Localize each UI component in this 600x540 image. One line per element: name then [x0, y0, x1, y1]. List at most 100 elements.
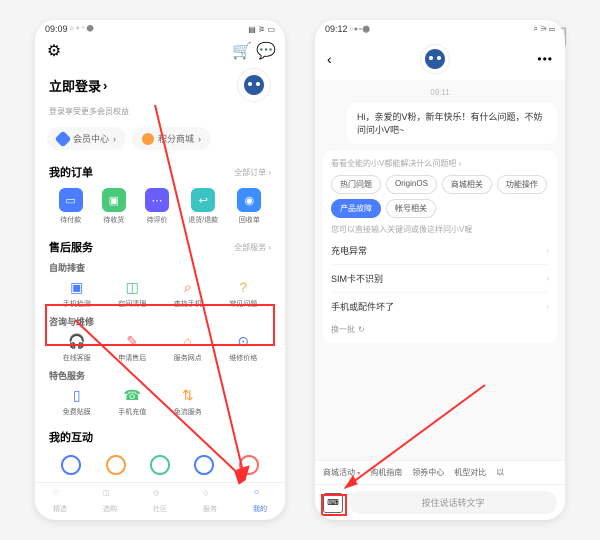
pill-member-center[interactable]: 会员中心 ›: [47, 127, 126, 150]
chat-timestamp: 09:11: [323, 88, 557, 97]
service-item[interactable]: 🎧 在线客服: [49, 332, 105, 363]
service-item[interactable]: ▯ 免费贴膜: [49, 386, 105, 417]
section-interact: 我的互动: [35, 423, 285, 481]
service-label: 免费贴膜: [63, 407, 91, 417]
robot-icon: [244, 75, 264, 95]
order-item[interactable]: ▭ 待付款: [59, 188, 83, 225]
topic-chip[interactable]: 产品故障: [331, 199, 381, 218]
interact-icon[interactable]: [106, 455, 126, 475]
topic-chip[interactable]: 功能操作: [497, 175, 547, 194]
interact-icon[interactable]: [239, 455, 259, 475]
service-icon: ⊙: [234, 332, 252, 350]
interact-icon[interactable]: [61, 455, 81, 475]
status-time: 09:09: [45, 24, 68, 34]
group-subtitle: 自助排查: [49, 261, 271, 274]
quick-link[interactable]: 机型对比: [454, 467, 486, 478]
order-item[interactable]: ◉ 回收单: [237, 188, 261, 225]
card-subtitle[interactable]: 看看全能的小V都能解决什么问题吧 ›: [331, 158, 549, 169]
robot-icon: [425, 49, 445, 69]
nav-item[interactable]: ♡ 精选: [53, 489, 67, 514]
section-title: 我的互动: [49, 429, 93, 445]
cart-icon[interactable]: 🛒: [235, 44, 249, 58]
login-title-text: 立即登录: [49, 76, 101, 95]
order-item[interactable]: ⋯ 待评价: [145, 188, 169, 225]
topic-chip[interactable]: OriginOS: [386, 175, 437, 194]
status-right: ▤ ⚞ ▭: [248, 25, 275, 34]
all-orders-link[interactable]: 全部订单 ›: [234, 167, 271, 178]
service-item[interactable]: ▣ 手机检测: [49, 278, 105, 309]
service-label: 查找手机: [174, 299, 202, 309]
quick-link[interactable]: 领券中心: [412, 467, 444, 478]
status-bar: 09:12 ○●⌁⬤ ⌕ ⚞ ▭: [315, 20, 565, 38]
order-label: 待付款: [60, 215, 81, 225]
refresh-link[interactable]: 换一批 ↻: [331, 320, 549, 335]
topic-chip[interactable]: 帐号相关: [386, 199, 436, 218]
nav-item[interactable]: ◫ 选购: [103, 489, 117, 514]
service-item[interactable]: ☎ 手机充值: [105, 386, 161, 417]
gear-icon[interactable]: ⚙: [47, 44, 61, 58]
nav-label: 选购: [103, 504, 117, 514]
keyboard-icon[interactable]: ⌨: [323, 493, 343, 513]
faq-item[interactable]: SIM卡不识别 ›: [331, 265, 549, 293]
nav-icon: ◷: [153, 489, 167, 503]
service-label: 手机充值: [118, 407, 146, 417]
bottom-nav: ♡ 精选 ◫ 选购 ◷ 社区 ◇ 服务 ☺ 我的: [35, 482, 285, 520]
chat-body: 09:11 Hi，亲爱的V粉，新年快乐！有什么问题，不妨问问小V吧~ 看看全能的…: [315, 80, 565, 460]
nav-item[interactable]: ☺ 我的: [253, 489, 267, 514]
nav-icon: ◇: [203, 489, 217, 503]
service-icon: ⌂: [179, 332, 197, 350]
status-icons: ○●⌁⬤: [350, 25, 371, 33]
service-label: 服务网点: [174, 353, 202, 363]
pill-label: 会员中心: [73, 132, 109, 145]
service-item[interactable]: ⌂ 服务网点: [160, 332, 216, 363]
topbar: ⚙ 🛒 💬: [35, 38, 285, 64]
nav-icon: ♡: [53, 489, 67, 503]
section-title: 我的订单: [49, 164, 93, 180]
faq-item[interactable]: 手机或配件坏了 ›: [331, 293, 549, 320]
service-item[interactable]: ✎ 申请售后: [105, 332, 161, 363]
content-left: 立即登录 › 登录享受更多会员权益 会员中心 › 积分商城 › 我的订单 全部订…: [35, 64, 285, 482]
more-icon[interactable]: •••: [537, 52, 553, 66]
back-button[interactable]: ‹: [327, 51, 332, 67]
nav-item[interactable]: ◷ 社区: [153, 489, 167, 514]
service-item[interactable]: ? 常见问题: [216, 278, 272, 309]
order-label: 退货/退款: [188, 215, 218, 225]
service-item[interactable]: ⇅ 免流服务: [160, 386, 216, 417]
login-row[interactable]: 立即登录 ›: [35, 64, 285, 106]
avatar[interactable]: [237, 68, 271, 102]
nav-item[interactable]: ◇ 服务: [203, 489, 217, 514]
service-item[interactable]: ⌕ 查找手机: [160, 278, 216, 309]
service-grid: 🎧 在线客服 ✎ 申请售后 ⌂ 服务网点 ⊙ 维修价格: [49, 332, 271, 363]
quick-link[interactable]: 商城活动 ▾: [323, 467, 360, 478]
service-icon: ⌕: [179, 278, 197, 296]
interact-icon[interactable]: [150, 455, 170, 475]
group-subtitle: 特色服务: [49, 369, 271, 382]
voice-input[interactable]: 按住说话转文字: [349, 491, 557, 514]
chevron-right-icon: ›: [113, 134, 116, 144]
quick-link[interactable]: 以: [496, 467, 504, 478]
topic-chip[interactable]: 热门问题: [331, 175, 381, 194]
chevron-right-icon: ›: [103, 78, 107, 93]
quick-link[interactable]: 购机指南: [370, 467, 402, 478]
interact-icon[interactable]: [194, 455, 214, 475]
input-bar: ⌨ 按住说话转文字: [315, 484, 565, 520]
service-item[interactable]: ⊙ 维修价格: [216, 332, 272, 363]
topic-chip[interactable]: 商城相关: [442, 175, 492, 194]
chat-avatar[interactable]: [420, 44, 450, 74]
pill-row: 会员中心 › 积分商城 ›: [35, 123, 285, 158]
service-icon: ▯: [68, 386, 86, 404]
status-right: ⌕ ⚞ ▭: [534, 24, 555, 34]
service-item[interactable]: ◫ 空间清理: [105, 278, 161, 309]
diamond-icon: [55, 130, 72, 147]
faq-text: 充电异常: [331, 244, 367, 257]
faq-item[interactable]: 充电异常 ›: [331, 237, 549, 265]
order-icon: ◉: [237, 188, 261, 212]
all-services-link[interactable]: 全部服务 ›: [234, 242, 271, 253]
card-subtitle-2: 您可以直接输入关键词或像这样问小V喔: [331, 224, 549, 235]
order-item[interactable]: ▣ 待收货: [102, 188, 126, 225]
order-item[interactable]: ↩ 退货/退款: [188, 188, 218, 225]
pill-points-mall[interactable]: 积分商城 ›: [132, 127, 211, 150]
login-subtitle: 登录享受更多会员权益: [35, 106, 285, 123]
message-icon[interactable]: 💬: [259, 44, 273, 58]
service-label: 空间清理: [118, 299, 146, 309]
